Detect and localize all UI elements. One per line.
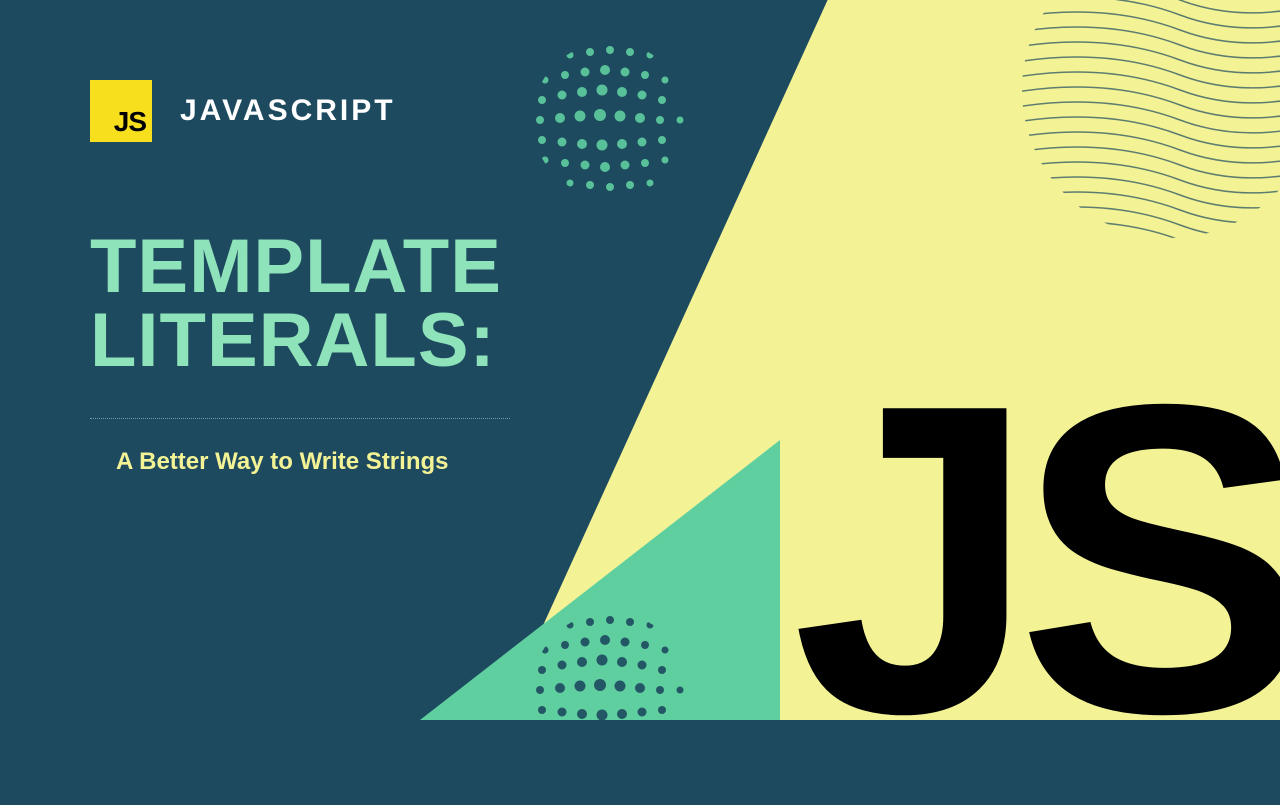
dotted-sphere-icon [530,40,690,200]
wave-circle-icon [1020,0,1280,240]
title-line-2: LITERALS: [90,304,502,378]
title-line-1: TEMPLATE [90,230,502,304]
subtitle: A Better Way to Write Strings [116,448,448,476]
header-title: JAVASCRIPT [180,94,396,128]
main-title: TEMPLATE LITERALS: [90,230,502,379]
divider-line [90,418,510,419]
header-row: JS JAVASCRIPT [90,80,396,142]
dotted-sphere-icon [530,610,690,770]
big-js-logo: JS [792,340,1280,780]
js-logo-badge: JS [90,80,152,142]
js-badge-text: JS [114,106,146,138]
